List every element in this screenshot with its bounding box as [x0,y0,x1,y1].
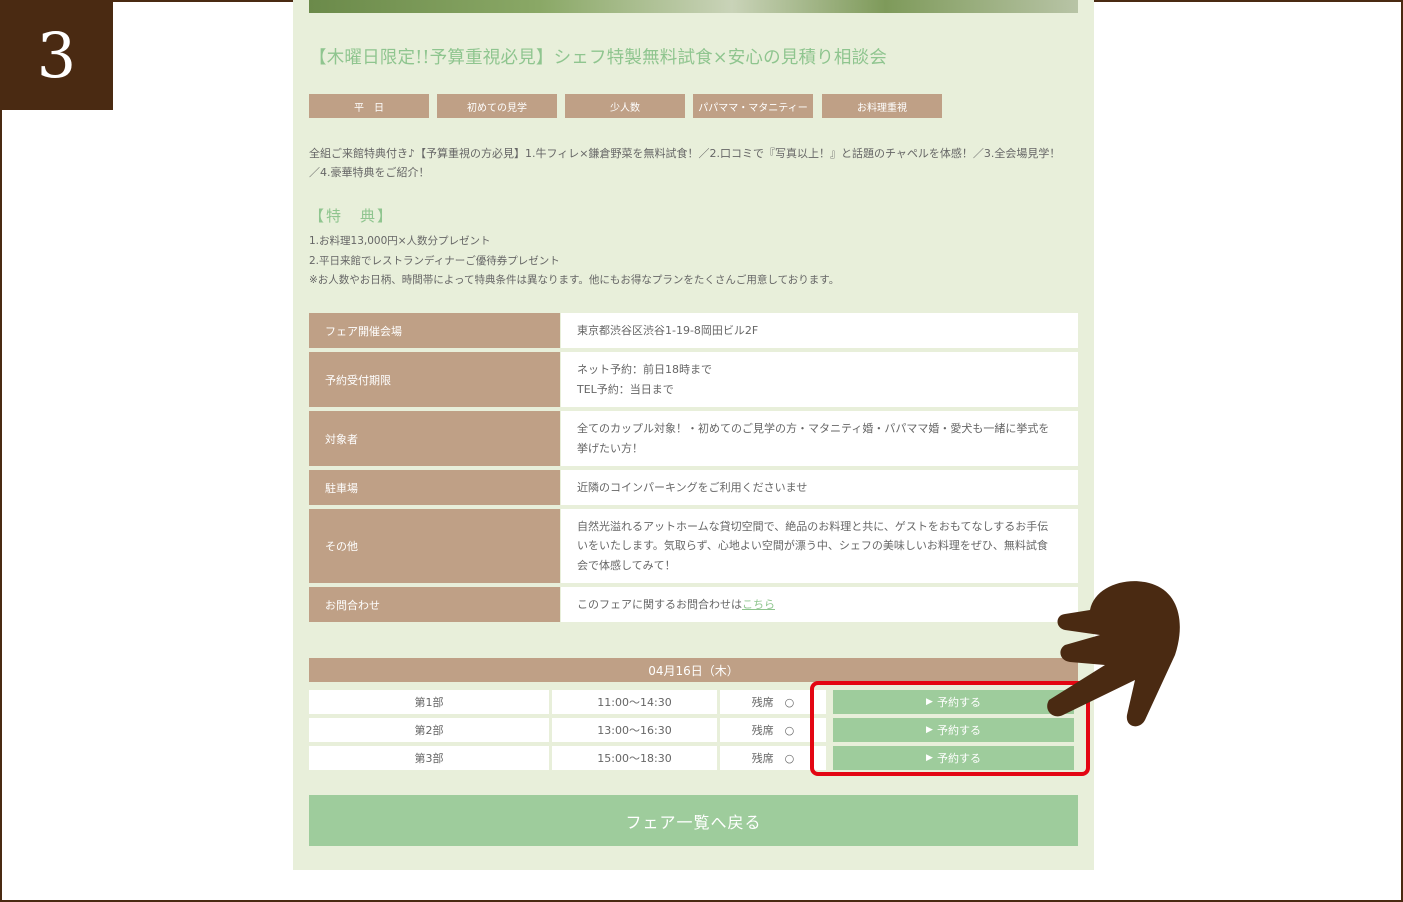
info-value: 近隣のコインパーキングをご利用くださいませ [561,470,1078,505]
slot-part: 第1部 [309,690,549,714]
info-value: 自然光溢れるアットホームな貸切空間で、絶品のお料理と共に、ゲストをおもてなしする… [561,509,1078,583]
info-label: 予約受付期限 [309,352,560,407]
tag-first-visit: 初めての見学 [437,94,557,118]
info-label: 対象者 [309,411,560,466]
info-text: 東京都渋谷区渋谷1-19-8岡田ビル2F [577,323,759,337]
info-value: 全てのカップル対象！・初めてのご見学の方・マタニティ婚・パパママ婚・愛犬も一緒に… [561,411,1078,466]
slot-time: 11:00〜14:30 [552,690,717,714]
info-label: お問合わせ [309,587,560,622]
info-value: 東京都渋谷区渋谷1-19-8岡田ビル2F [561,313,1078,348]
slot-part: 第3部 [309,746,549,770]
tag-small-group: 少人数 [565,94,685,118]
fair-title: 【木曜日限定!!予算重視必見】シェフ特製無料試食×安心の見積り相談会 [309,48,888,68]
back-to-fair-list-button[interactable]: フェア一覧へ戻る [309,795,1078,846]
benefit-note: ※お人数やお日柄、時間帯によって特典条件は異なります。他にもお得なプランをたくさ… [309,274,840,286]
benefits-heading: 【特 典】 [309,207,395,225]
contact-link[interactable]: こちら [742,598,775,611]
slot-time: 13:00〜16:30 [552,718,717,742]
info-value: ネット予約：前日18時まで TEL予約：当日まで [561,352,1078,407]
info-text: 全てのカップル対象！・初めてのご見学の方・マタニティ婚・パパママ婚・愛犬も一緒に… [577,422,1050,435]
info-row-other: その他 自然光溢れるアットホームな貸切空間で、絶品のお料理と共に、ゲストをおもて… [309,509,1078,583]
info-row-contact: お問合わせ このフェアに関するお問合わせはこちら [309,587,1078,622]
info-text: いをいたします。気取らず、心地よい空間が漂う中、シェフの美味しいお料理をぜひ、無… [577,539,1048,553]
info-label: 駐車場 [309,470,560,505]
benefit-item: 2.平日来館でレストランディナーご優待券プレゼント [309,254,560,267]
info-label: その他 [309,509,560,583]
info-value: このフェアに関するお問合わせはこちら [561,587,1078,622]
description-line: ／4.豪華特典をご紹介！ [309,166,430,179]
benefit-item: 1.お料理13,000円×人数分プレゼント [309,235,491,247]
tag-maternity: パパママ・マタニティー [693,94,813,118]
slot-part: 第2部 [309,718,549,742]
info-text: ネット予約：前日18時まで [577,363,712,376]
schedule-date: 04月16日（木） [309,658,1078,682]
info-row-deadline: 予約受付期限 ネット予約：前日18時まで TEL予約：当日まで [309,352,1078,407]
tag-cuisine: お料理重視 [822,94,942,118]
info-text: 会で体感してみて！ [577,558,676,572]
contact-text: このフェアに関するお問合わせは [577,597,742,611]
benefits-list: 1.お料理13,000円×人数分プレゼント 2.平日来館でレストランディナーご優… [309,232,1079,291]
pointing-hand-icon [1047,581,1180,727]
tag-weekday: 平 日 [309,94,429,118]
fair-description: 全組ご来館特典付き♪【予算重視の方必見】1.牛フィレ×鎌倉野菜を無料試食！／2.… [309,144,1079,182]
info-row-parking: 駐車場 近隣のコインパーキングをご利用くださいませ [309,470,1078,505]
step-number-badge: 3 [0,0,113,110]
info-label: フェア開催会場 [309,313,560,348]
info-text: 自然光溢れるアットホームな貸切空間で、絶品のお料理と共に、ゲストをおもてなしする… [577,519,1049,533]
info-row-target: 対象者 全てのカップル対象！・初めてのご見学の方・マタニティ婚・パパママ婚・愛犬… [309,411,1078,466]
slot-time: 15:00〜18:30 [552,746,717,770]
info-row-venue: フェア開催会場 東京都渋谷区渋谷1-19-8岡田ビル2F [309,313,1078,348]
info-text: このフェアに関するお問合わせはこちら [577,595,1064,615]
description-line: 全組ご来館特典付き♪【予算重視の方必見】1.牛フィレ×鎌倉野菜を無料試食！／2.… [309,147,1061,160]
info-text: 挙げたい方！ [577,441,643,455]
info-text: 近隣のコインパーキングをご利用くださいませ [577,480,808,494]
info-text: TEL予約：当日まで [577,382,674,396]
hero-image [309,0,1078,13]
